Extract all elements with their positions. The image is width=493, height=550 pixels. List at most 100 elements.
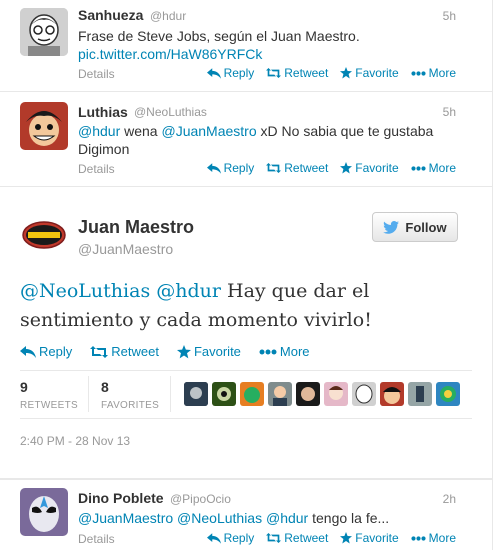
retweet-count[interactable]: 9 RETWEETS bbox=[20, 379, 78, 411]
mention-link[interactable]: @hdur bbox=[156, 280, 221, 302]
favorite-star-icon bbox=[340, 162, 352, 174]
avatar[interactable] bbox=[20, 102, 68, 150]
retweet-count-value: 9 bbox=[20, 379, 28, 395]
tweet-dino-poblete[interactable]: Dino Poblete @PipoOcio 2h @JuanMaestro @… bbox=[0, 479, 492, 550]
favorite-label: Favorite bbox=[355, 161, 399, 175]
favorite-button[interactable]: Favorite bbox=[340, 531, 399, 545]
more-label: More bbox=[279, 344, 310, 359]
reply-button[interactable]: Reply bbox=[20, 344, 72, 359]
details-link[interactable]: Details bbox=[78, 532, 115, 546]
favorite-button[interactable]: Favorite bbox=[340, 66, 399, 80]
reply-button[interactable]: Reply bbox=[207, 161, 255, 175]
mention-link[interactable]: @hdur bbox=[266, 510, 308, 526]
tweet-actions: Reply Retweet Favorite More bbox=[20, 344, 310, 359]
avatar[interactable] bbox=[240, 382, 264, 406]
author-name[interactable]: Sanhueza bbox=[78, 7, 143, 23]
tweet-text: Frase de Steve Jobs, según el Juan Maest… bbox=[78, 27, 468, 63]
favorite-button[interactable]: Favorite bbox=[177, 344, 241, 359]
author-name[interactable]: Luthias bbox=[78, 104, 128, 120]
tweet-actions: Reply Retweet Favorite More bbox=[207, 531, 456, 545]
tweet-stream: Sanhueza @hdur 5h Frase de Steve Jobs, s… bbox=[0, 0, 493, 550]
more-dots-icon bbox=[411, 71, 426, 76]
tweet-sanhueza[interactable]: Sanhueza @hdur 5h Frase de Steve Jobs, s… bbox=[0, 0, 492, 92]
tweet-luthias[interactable]: Luthias @NeoLuthias 5h @hdur wena @JuanM… bbox=[0, 92, 492, 187]
favorite-label: Favorite bbox=[193, 344, 241, 359]
favorite-count-label: FAVORITES bbox=[101, 400, 160, 411]
tweet-actions: Reply Retweet Favorite More bbox=[207, 66, 456, 80]
more-dots-icon bbox=[411, 536, 426, 541]
more-button[interactable]: More bbox=[411, 66, 456, 80]
tweet-time[interactable]: 5h bbox=[443, 9, 456, 23]
tweet-time[interactable]: 5h bbox=[443, 105, 456, 119]
twitter-bird-icon bbox=[383, 220, 400, 234]
author-name[interactable]: Juan Maestro bbox=[78, 217, 194, 238]
tweet-text-part: tengo la fe... bbox=[308, 510, 390, 526]
reply-button[interactable]: Reply bbox=[207, 531, 255, 545]
reply-icon bbox=[20, 346, 36, 358]
more-button[interactable]: More bbox=[411, 161, 456, 175]
retweet-button[interactable]: Retweet bbox=[266, 161, 328, 175]
avatar[interactable] bbox=[324, 382, 348, 406]
favorite-label: Favorite bbox=[355, 66, 399, 80]
tweet-time[interactable]: 2h bbox=[443, 492, 456, 506]
more-button[interactable]: More bbox=[411, 531, 456, 545]
favorite-star-icon bbox=[340, 67, 352, 79]
retweet-icon bbox=[266, 68, 281, 78]
divider bbox=[20, 418, 472, 419]
details-link[interactable]: Details bbox=[78, 162, 115, 176]
more-dots-icon bbox=[259, 349, 277, 355]
mention-link[interactable]: @NeoLuthias bbox=[20, 280, 150, 302]
favorite-button[interactable]: Favorite bbox=[340, 161, 399, 175]
author-handle[interactable]: @hdur bbox=[150, 9, 186, 23]
more-button[interactable]: More bbox=[259, 344, 310, 359]
avatar[interactable] bbox=[352, 382, 376, 406]
retweet-button[interactable]: Retweet bbox=[266, 531, 328, 545]
tweet-text: @JuanMaestro @NeoLuthias @hdur tengo la … bbox=[78, 509, 468, 527]
tweet-timestamp[interactable]: 2:40 PM - 28 Nov 13 bbox=[20, 434, 130, 448]
divider bbox=[20, 370, 472, 371]
tweet-text: @hdur wena @JuanMaestro xD No sabia que … bbox=[78, 122, 468, 158]
reply-label: Reply bbox=[223, 531, 255, 545]
retweet-label: Retweet bbox=[284, 66, 329, 80]
favoriters-avatars bbox=[184, 382, 460, 406]
author-handle[interactable]: @PipoOcio bbox=[170, 492, 231, 506]
more-dots-icon bbox=[411, 166, 426, 171]
avatar[interactable] bbox=[20, 211, 68, 259]
mention-link[interactable]: @JuanMaestro bbox=[78, 510, 173, 526]
retweet-icon bbox=[90, 346, 108, 358]
follow-button[interactable]: Follow bbox=[372, 212, 458, 242]
details-link[interactable]: Details bbox=[78, 67, 115, 81]
reply-icon bbox=[207, 163, 221, 174]
retweet-count-label: RETWEETS bbox=[20, 400, 78, 411]
mention-link[interactable]: @hdur bbox=[78, 123, 120, 139]
retweet-label: Retweet bbox=[284, 531, 329, 545]
reply-label: Reply bbox=[39, 344, 73, 359]
author-name[interactable]: Dino Poblete bbox=[78, 490, 164, 506]
avatar[interactable] bbox=[408, 382, 432, 406]
favorite-count[interactable]: 8 FAVORITES bbox=[101, 379, 159, 411]
retweet-button[interactable]: Retweet bbox=[266, 66, 328, 80]
mention-link[interactable]: @NeoLuthias bbox=[177, 510, 262, 526]
divider bbox=[170, 376, 171, 412]
avatar[interactable] bbox=[20, 488, 68, 536]
author-handle[interactable]: @NeoLuthias bbox=[134, 105, 207, 119]
avatar[interactable] bbox=[20, 8, 68, 56]
avatar[interactable] bbox=[436, 382, 460, 406]
mention-link[interactable]: @JuanMaestro bbox=[161, 123, 256, 139]
avatar[interactable] bbox=[380, 382, 404, 406]
tweet-text-body: Frase de Steve Jobs, según el Juan Maest… bbox=[78, 28, 360, 44]
reply-icon bbox=[207, 533, 221, 544]
favorite-count-value: 8 bbox=[101, 379, 109, 395]
reply-button[interactable]: Reply bbox=[207, 66, 255, 80]
avatar[interactable] bbox=[296, 382, 320, 406]
reply-label: Reply bbox=[223, 161, 255, 175]
reply-label: Reply bbox=[223, 66, 255, 80]
tweet-text: @NeoLuthias @hdur Hay que dar el sentimi… bbox=[20, 277, 470, 335]
author-handle[interactable]: @JuanMaestro bbox=[78, 241, 173, 257]
tweet-text-part: wena bbox=[120, 123, 162, 139]
avatar[interactable] bbox=[212, 382, 236, 406]
retweet-button[interactable]: Retweet bbox=[90, 344, 159, 359]
avatar[interactable] bbox=[184, 382, 208, 406]
pic-link[interactable]: pic.twitter.com/HaW86YRFCk bbox=[78, 46, 262, 62]
avatar[interactable] bbox=[268, 382, 292, 406]
